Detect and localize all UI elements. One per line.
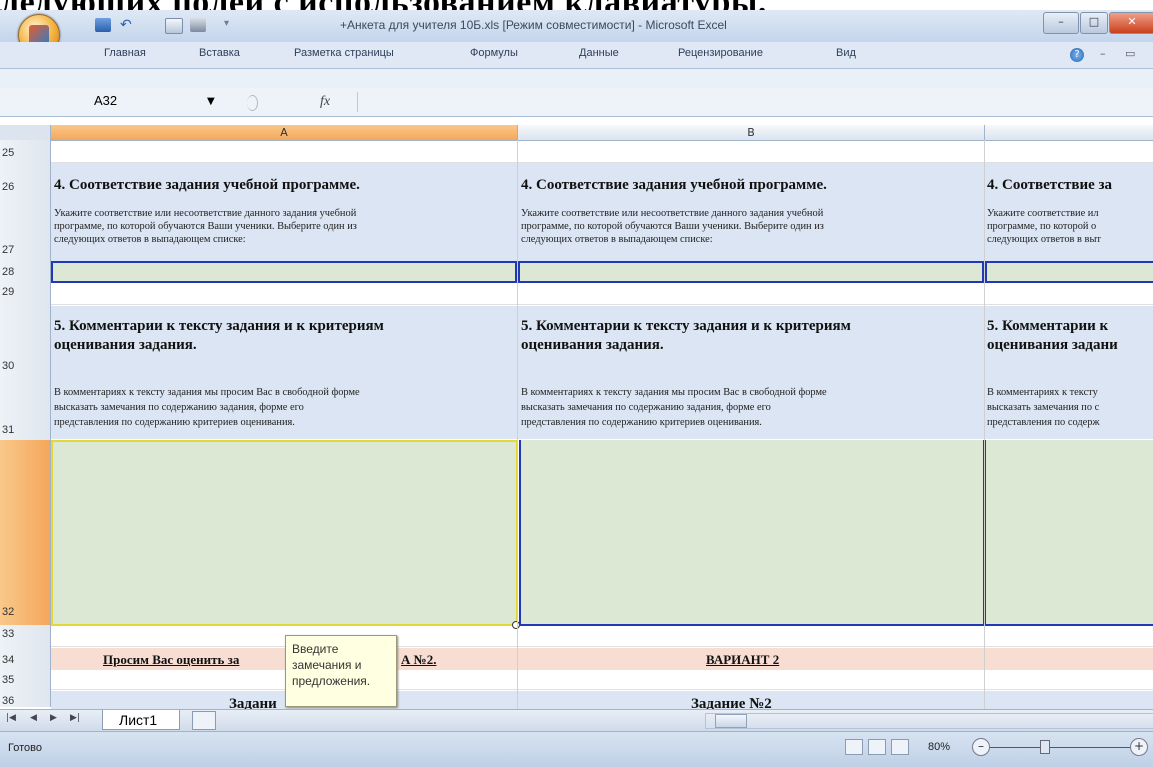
insert-sheet-icon[interactable] (192, 711, 216, 730)
tab-page-layout[interactable]: Разметка страницы (294, 47, 394, 59)
tab-formulas[interactable]: Формулы (470, 47, 518, 59)
sheet-grid: 4. Соответствие задания учебной программ… (51, 140, 1153, 709)
row-number[interactable]: 32 (0, 606, 50, 618)
ribbon-collapsed (0, 69, 1153, 89)
tab-insert[interactable]: Вставка (199, 47, 240, 59)
window-title: +Анкета для учителя 10Б.xls [Режим совме… (340, 18, 727, 32)
ribbon-minimize-icon[interactable]: – (1100, 47, 1106, 60)
row-number[interactable]: 25 (0, 147, 50, 159)
ribbon-tab-bar (0, 42, 1153, 69)
prev-sheet-icon[interactable]: ◀ (30, 713, 37, 723)
close-button[interactable]: ✕ (1109, 12, 1153, 34)
save-icon[interactable] (95, 18, 111, 32)
fx-label: fx (320, 94, 331, 109)
tab-data[interactable]: Данные (579, 47, 619, 59)
scrollbar-thumb[interactable] (715, 714, 747, 728)
rate-prompt-left: Просим Вас оценить за (103, 652, 240, 667)
section4-heading-b: 4. Соответствие задания учебной программ… (521, 177, 827, 193)
comment-cell-a32-selected[interactable] (51, 440, 518, 626)
row36-block (51, 691, 1153, 709)
section4-text-b: Укажите соответствие или несоответствие … (521, 208, 824, 245)
select-all-corner[interactable] (0, 125, 51, 140)
next-sheet-icon[interactable]: ▶ (50, 713, 57, 723)
comment-cell-b32[interactable] (519, 440, 985, 626)
input-message-tooltip: Введите замечания и предложения. (285, 635, 397, 707)
tab-review[interactable]: Рецензирование (678, 47, 763, 59)
name-box-dropdown-icon[interactable]: ▼ (207, 96, 215, 107)
zoom-out-button[interactable]: – (972, 738, 990, 756)
section5-text-b: В комментариях к тексту задания мы проси… (521, 387, 827, 428)
horizontal-scrollbar[interactable] (705, 713, 1153, 729)
zoom-level[interactable]: 80% (928, 741, 950, 753)
last-sheet-icon[interactable]: ▶| (70, 713, 80, 723)
print-icon[interactable] (190, 18, 206, 32)
row-number[interactable]: 35 (0, 674, 50, 686)
maximize-button[interactable]: □ (1080, 12, 1108, 34)
row-number[interactable]: 27 (0, 244, 50, 256)
tab-view[interactable]: Вид (836, 47, 856, 59)
formula-input[interactable] (360, 92, 1153, 114)
first-sheet-icon[interactable]: |◀ (6, 713, 16, 723)
comment-cell-c32[interactable] (984, 440, 1153, 626)
task-label-b: Задание №2 (691, 696, 772, 709)
formula-separator (357, 92, 358, 112)
section5-heading-b: 5. Комментарии к тексту задания и к крит… (521, 318, 851, 353)
status-ready: Готово (8, 742, 42, 754)
minimize-button[interactable]: – (1043, 12, 1079, 34)
formula-cancel-icon (247, 95, 258, 111)
section4-heading-c: 4. Соответствие за (987, 177, 1113, 193)
zoom-slider[interactable] (990, 747, 1130, 748)
help-icon[interactable]: ? (1070, 48, 1084, 62)
section5-heading-a: 5. Комментарии к тексту задания и к крит… (54, 318, 384, 353)
answer-cell-b28[interactable] (518, 261, 984, 283)
answer-cell-a28[interactable] (51, 261, 517, 283)
page-break-view-icon[interactable] (891, 739, 909, 755)
row-number[interactable]: 33 (0, 628, 50, 640)
column-header-b[interactable]: B (518, 125, 985, 140)
row-number[interactable]: 36 (0, 695, 50, 707)
row-header-32-selected (0, 440, 51, 625)
section4-heading-a: 4. Соответствие задания учебной программ… (54, 177, 360, 193)
normal-view-icon[interactable] (845, 739, 863, 755)
undo-icon[interactable]: ↶ (120, 18, 132, 32)
answer-cell-c28[interactable] (985, 261, 1153, 283)
sheet-tab-list1[interactable]: Лист1 (102, 710, 180, 730)
section4-text-c: Укажите соответствие ил программе, по кот… (987, 208, 1101, 245)
page-layout-view-icon[interactable] (868, 739, 886, 755)
row-number[interactable]: 31 (0, 424, 50, 436)
ribbon-restore-icon[interactable]: ▭ (1125, 47, 1135, 60)
qat-dropdown-icon[interactable]: ▾ (224, 18, 229, 29)
insert-function-icon[interactable]: fx (320, 94, 330, 110)
rate-prompt-right: А №2. (401, 652, 437, 667)
zoom-in-button[interactable]: + (1130, 738, 1148, 756)
section5-text-c: В комментариях к тексту высказать замечан… (987, 387, 1100, 428)
column-header-a[interactable]: A (51, 125, 518, 140)
row-number[interactable]: 34 (0, 654, 50, 666)
row-number[interactable]: 26 (0, 181, 50, 193)
zoom-slider-thumb[interactable] (1040, 740, 1050, 754)
variant-label: ВАРИАНТ 2 (706, 652, 780, 667)
row-number[interactable]: 28 (0, 266, 50, 278)
task-label-a: Задани (229, 696, 277, 709)
row-number[interactable]: 30 (0, 360, 50, 372)
new-document-icon[interactable] (165, 18, 183, 34)
section4-text-a: Укажите соответствие или несоответствие … (54, 208, 357, 245)
section5-text-a: В комментариях к тексту задания мы проси… (54, 387, 360, 428)
row-number[interactable]: 29 (0, 286, 50, 298)
section5-heading-c: 5. Комментарии к оценивания задани (987, 318, 1118, 353)
tab-home[interactable]: Главная (104, 47, 146, 59)
